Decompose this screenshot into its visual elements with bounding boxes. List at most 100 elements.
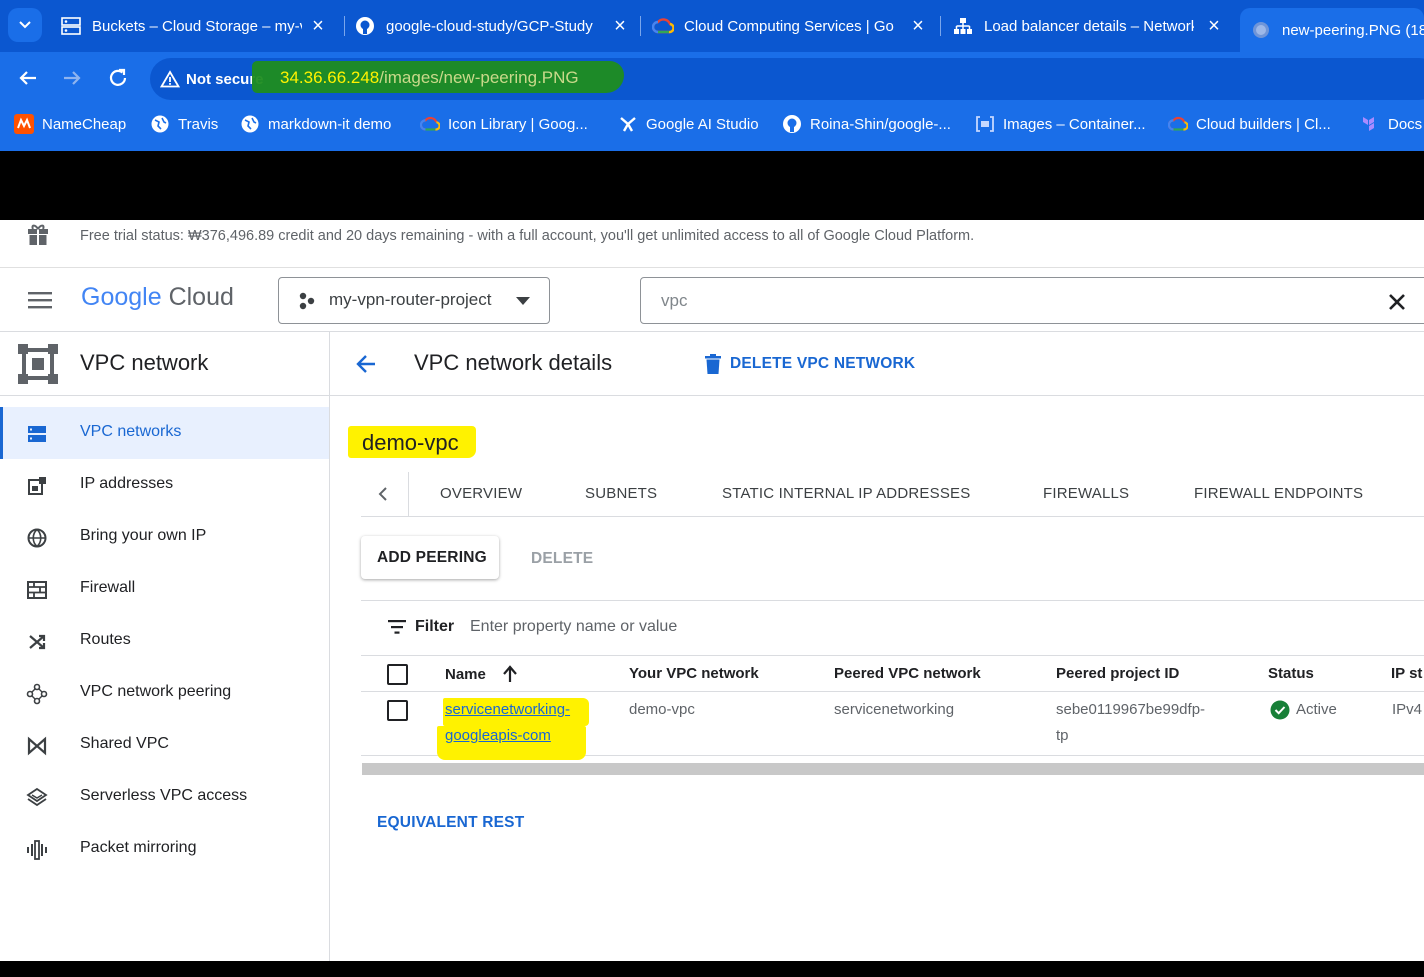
column-header-peered-vpc[interactable]: Peered VPC network bbox=[834, 665, 981, 682]
column-header-status[interactable]: Status bbox=[1268, 665, 1314, 682]
clear-search-icon[interactable] bbox=[1388, 293, 1406, 311]
network-icon bbox=[952, 15, 974, 37]
check-circle-icon bbox=[1270, 700, 1290, 720]
hamburger-menu-icon bbox=[28, 292, 52, 309]
delete-vpc-button[interactable]: DELETE VPC NETWORK bbox=[704, 352, 915, 376]
tab-subnets[interactable]: SUBNETS bbox=[585, 485, 657, 502]
project-picker[interactable]: my-vpn-router-project bbox=[278, 277, 550, 324]
globe-icon bbox=[150, 114, 170, 134]
bookmark-item[interactable]: NameCheap bbox=[14, 114, 126, 134]
close-icon[interactable]: × bbox=[908, 16, 928, 36]
filter-bar[interactable]: Filter Enter property name or value bbox=[361, 601, 1424, 655]
browser-tab[interactable]: Load balancer details – Network × bbox=[948, 8, 1234, 44]
bookmark-item[interactable]: Images – Container... bbox=[975, 114, 1146, 134]
sidebar-item-shared-vpc[interactable]: Shared VPC bbox=[0, 719, 329, 771]
address-bar[interactable]: Not secure 34.36.66.248/images/new-peeri… bbox=[150, 58, 1424, 100]
status-text: Active bbox=[1296, 701, 1337, 718]
reload-button[interactable] bbox=[104, 64, 132, 92]
sidebar-item-firewall[interactable]: Firewall bbox=[0, 563, 329, 615]
sidebar-item-label: VPC network peering bbox=[80, 683, 232, 700]
column-header-name[interactable]: Name bbox=[445, 665, 518, 683]
browser-tab[interactable]: Buckets – Cloud Storage – my-v × bbox=[56, 8, 338, 44]
sidebar-item-routes[interactable]: Routes bbox=[0, 615, 329, 667]
container-registry-icon bbox=[975, 114, 995, 134]
bookmark-item[interactable]: Docs bbox=[1360, 114, 1422, 134]
sidebar-item-vpc-networks[interactable]: VPC networks bbox=[0, 407, 329, 459]
back-arrow-icon[interactable] bbox=[354, 352, 378, 376]
tab-firewalls[interactable]: FIREWALLS bbox=[1043, 485, 1129, 502]
globe-icon bbox=[240, 114, 260, 134]
tab-static-ips[interactable]: STATIC INTERNAL IP ADDRESSES bbox=[722, 485, 970, 502]
project-name: my-vpn-router-project bbox=[329, 290, 492, 309]
google-cloud-logo[interactable]: Google Cloud bbox=[81, 283, 234, 312]
logo-google: Google bbox=[81, 283, 162, 311]
filter-input[interactable]: Enter property name or value bbox=[470, 618, 677, 636]
bookmark-item[interactable]: Google AI Studio bbox=[618, 114, 759, 134]
sidebar-item-label: Firewall bbox=[80, 579, 136, 596]
cloud-console-page: Free trial status: ₩376,496.89 credit an… bbox=[0, 220, 1424, 961]
tab-firewall-endpoints[interactable]: FIREWALL ENDPOINTS bbox=[1194, 485, 1363, 502]
back-button[interactable] bbox=[14, 64, 42, 92]
tab-scroll-left[interactable] bbox=[361, 472, 409, 516]
project-id-cell: sebe0119967be99dfp- tp bbox=[1056, 697, 1205, 749]
browser-tab[interactable]: google-cloud-study/GCP-Study × bbox=[350, 8, 640, 44]
sidebar-item-serverless-vpc[interactable]: Serverless VPC access bbox=[0, 771, 329, 823]
bookmark-label: Roina-Shin/google-... bbox=[810, 115, 951, 133]
free-trial-text: Free trial status: ₩376,496.89 credit an… bbox=[80, 228, 975, 244]
close-icon[interactable]: × bbox=[610, 16, 630, 36]
security-chip[interactable]: Not secure bbox=[160, 67, 264, 91]
search-input[interactable]: vpc bbox=[661, 291, 687, 311]
close-icon[interactable]: × bbox=[1204, 16, 1224, 36]
google-cloud-icon bbox=[652, 15, 674, 37]
tab-title: Load balancer details – Network bbox=[984, 17, 1194, 35]
forward-button[interactable] bbox=[58, 64, 86, 92]
vpc-networks-icon bbox=[28, 426, 46, 442]
bookmark-label: Google AI Studio bbox=[646, 115, 759, 133]
bookmark-item[interactable]: markdown-it demo bbox=[240, 114, 391, 134]
add-peering-button[interactable]: ADD PEERING bbox=[361, 536, 499, 579]
close-icon[interactable]: × bbox=[308, 16, 328, 36]
reload-icon bbox=[109, 68, 127, 86]
filter-label: Filter bbox=[415, 618, 455, 635]
select-all-checkbox[interactable] bbox=[387, 664, 408, 685]
table-horizontal-scrollbar[interactable] bbox=[362, 763, 1424, 775]
arrow-right-icon bbox=[64, 71, 81, 85]
trash-icon bbox=[705, 354, 721, 374]
sidebar-item-ip-addresses[interactable]: IP addresses bbox=[0, 459, 329, 511]
search-box[interactable]: vpc bbox=[640, 277, 1424, 324]
peering-name-link[interactable]: servicenetworking- googleapis-com bbox=[445, 697, 570, 749]
namecheap-icon bbox=[14, 114, 34, 134]
peering-icon bbox=[26, 683, 48, 705]
tab-title: Cloud Computing Services | Go bbox=[684, 17, 894, 35]
bookmark-item[interactable]: Cloud builders | Cl... bbox=[1168, 114, 1331, 134]
main-menu-button[interactable] bbox=[26, 288, 54, 312]
bottom-border bbox=[0, 961, 1424, 977]
bookmark-item[interactable]: Travis bbox=[150, 114, 218, 134]
browser-tab[interactable]: Cloud Computing Services | Go × bbox=[648, 8, 938, 44]
column-header-project-id[interactable]: Peered project ID bbox=[1056, 665, 1179, 682]
sidebar-item-label: IP addresses bbox=[80, 475, 174, 492]
bookmark-item[interactable]: Roina-Shin/google-... bbox=[782, 114, 951, 134]
url-host: 34.36.66.248 bbox=[280, 68, 380, 87]
browser-tab-active[interactable]: new-peering.PNG (18 bbox=[1240, 8, 1424, 52]
column-header-label: Name bbox=[445, 665, 486, 683]
sidebar-item-packet-mirroring[interactable]: Packet mirroring bbox=[0, 823, 329, 875]
peered-vpc-cell: servicenetworking bbox=[834, 701, 955, 718]
bookmark-item[interactable]: Icon Library | Goog... bbox=[420, 114, 588, 134]
delete-button[interactable]: DELETE bbox=[531, 550, 593, 568]
gift-icon bbox=[28, 224, 48, 245]
sidebar-item-byoip[interactable]: Bring your own IP bbox=[0, 511, 329, 563]
tab-search-button[interactable] bbox=[8, 8, 42, 42]
sidebar-item-vpc-peering[interactable]: VPC network peering bbox=[0, 667, 329, 719]
google-cloud-icon bbox=[1168, 114, 1188, 134]
column-header-ip-stack[interactable]: IP st bbox=[1391, 665, 1422, 682]
sidebar-item-label: VPC networks bbox=[80, 423, 182, 440]
equivalent-rest-link[interactable]: EQUIVALENT REST bbox=[377, 814, 524, 832]
ip-addresses-icon bbox=[28, 477, 46, 495]
bookmark-label: Docs bbox=[1388, 115, 1423, 133]
vpc-network-product-icon bbox=[18, 344, 58, 384]
network-name: demo-vpc bbox=[362, 430, 459, 455]
column-header-your-vpc[interactable]: Your VPC network bbox=[629, 665, 759, 682]
row-checkbox[interactable] bbox=[387, 700, 408, 721]
tab-overview[interactable]: OVERVIEW bbox=[440, 485, 522, 502]
